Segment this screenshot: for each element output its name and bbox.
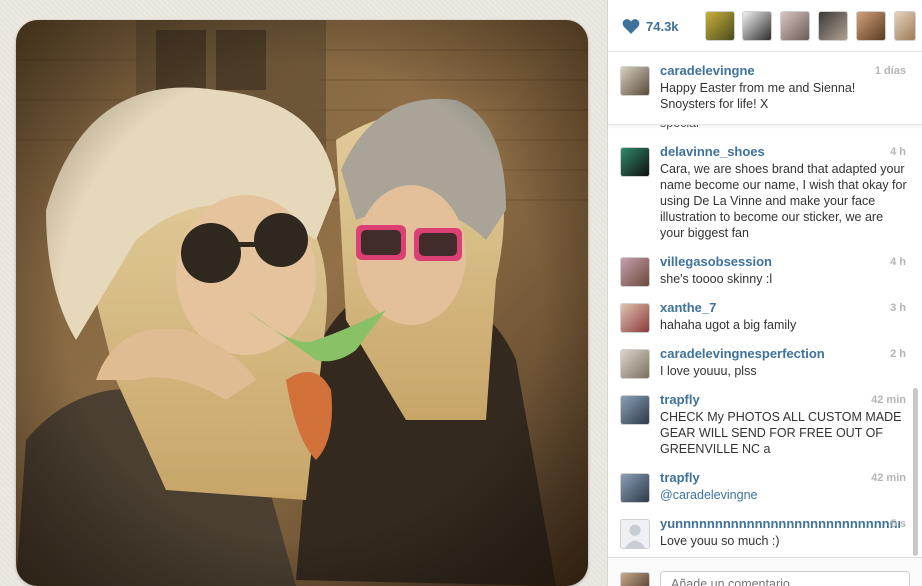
timestamp: 42 min [871, 472, 906, 484]
username[interactable]: caradelevingnesperfection [660, 346, 825, 361]
username[interactable]: trapfly [660, 470, 700, 485]
timestamp: 3 h [890, 302, 906, 314]
timestamp: 1 días [874, 65, 906, 77]
scrollbar-thumb[interactable] [913, 388, 918, 556]
comment-list[interactable]: special delavinne_shoes 4 h Cara, we are… [608, 125, 922, 557]
comment-text: hahaha ugot a big family [660, 318, 797, 332]
default-avatar-icon [624, 524, 646, 548]
post-caption: caradelevingne 1 días Happy Easter from … [608, 53, 922, 125]
avatar[interactable] [620, 66, 650, 96]
timestamp: 4 h [890, 146, 906, 158]
comment-text: Cara, we are shoes brand that adapted yo… [660, 162, 907, 240]
username[interactable]: delavinne_shoes [660, 144, 765, 159]
avatar[interactable] [620, 257, 650, 287]
add-comment-bar [608, 557, 922, 586]
liker-avatar[interactable] [894, 11, 916, 41]
timestamp: 42 min [871, 394, 906, 406]
timestamp: 5 s [890, 518, 906, 530]
photo-image [16, 20, 588, 586]
comments-panel: 74.3k caradelevingne 1 días Happy Easter… [607, 0, 922, 586]
comment-text: she's toooo skinny :l [660, 272, 773, 286]
avatar[interactable] [620, 519, 650, 549]
comment-text: Love youu so much :) [660, 534, 780, 548]
avatar[interactable] [620, 147, 650, 177]
timestamp: 2 h [890, 348, 906, 360]
timestamp: 4 h [890, 256, 906, 268]
truncated-comment-text: special [660, 125, 699, 130]
avatar[interactable] [620, 349, 650, 379]
username[interactable]: trapfly [660, 392, 700, 407]
liker-avatar[interactable] [705, 11, 735, 41]
heart-icon[interactable] [622, 18, 640, 34]
avatar [620, 572, 650, 586]
comment-input[interactable] [660, 571, 910, 586]
username[interactable]: yunnnnnnnnnnnnnnnnnnnnnnnnnnnnny [660, 516, 900, 531]
liker-avatar[interactable] [856, 11, 886, 41]
username[interactable]: xanthe_7 [660, 300, 716, 315]
liker-avatar[interactable] [818, 11, 848, 41]
username[interactable]: caradelevingne [660, 63, 755, 78]
avatar[interactable] [620, 395, 650, 425]
comment-text: I love youuu, plss [660, 364, 757, 378]
avatar[interactable] [620, 303, 650, 333]
comment-text: CHECK My PHOTOS ALL CUSTOM MADE GEAR WIL… [660, 410, 902, 456]
username[interactable]: villegasobsession [660, 254, 772, 269]
likes-count: 74.3k [646, 18, 679, 34]
post-photo[interactable] [16, 20, 588, 586]
liker-avatar[interactable] [780, 11, 810, 41]
comment-text[interactable]: @caradelevingne [660, 487, 908, 503]
liker-avatar[interactable] [742, 11, 772, 41]
likes-bar: 74.3k [608, 0, 922, 52]
likes-button[interactable]: 74.3k [622, 15, 702, 37]
comment-text: Happy Easter from me and Sienna! Snoyste… [660, 81, 856, 111]
avatar[interactable] [620, 473, 650, 503]
